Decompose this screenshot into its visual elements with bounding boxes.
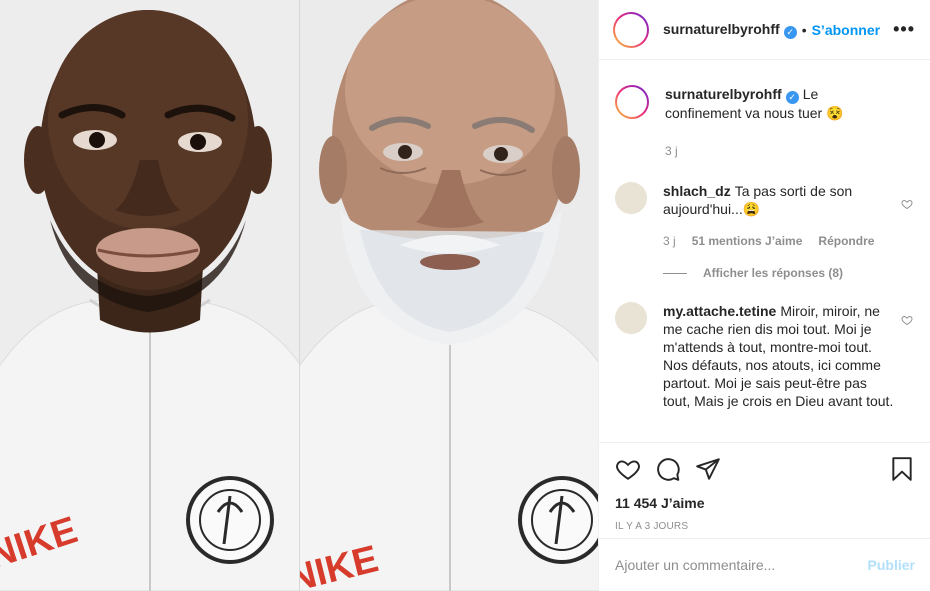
view-replies-button[interactable]: Afficher les réponses (8) (663, 266, 915, 280)
comment-username[interactable]: shlach_dz (663, 183, 731, 199)
comment-item: my.attache.tetine Miroir, miroir, ne me c… (615, 280, 915, 410)
post-photo[interactable]: NIKE NIKE (0, 0, 598, 591)
verified-badge-icon: ✓ (783, 25, 797, 39)
post-header: surnaturelbyrohff ✓ • S’abonner ••• (599, 0, 930, 60)
comment-icon[interactable] (655, 456, 681, 482)
comment-time[interactable]: 3 j (663, 232, 676, 250)
action-icons (615, 455, 915, 483)
post-timestamp[interactable]: IL Y A 3 JOURS (615, 521, 915, 532)
bookmark-icon[interactable] (889, 456, 915, 482)
post-actions: 11 454 J’aime IL Y A 3 JOURS (599, 442, 930, 532)
caption: surnaturelbyrohff ✓ Le confinement va nous… (615, 61, 915, 160)
caption-time[interactable]: 3 j (665, 142, 678, 160)
view-replies-label: Afficher les réponses (8) (703, 266, 844, 280)
follow-button[interactable]: S’abonner (812, 22, 880, 38)
caption-meta: 3 j (665, 142, 897, 160)
portrait-original-illustration: NIKE (0, 0, 299, 591)
comment-like-heart-icon[interactable] (901, 198, 913, 210)
comment-like-heart-icon[interactable] (901, 314, 913, 326)
more-options-icon[interactable]: ••• (893, 19, 915, 40)
comment-meta: 3 j 51 mentions J’aime Répondre (663, 232, 897, 250)
photo-panel-original: NIKE (0, 0, 299, 591)
comment-item: shlach_dz Ta pas sorti de son aujourd'hui… (615, 160, 915, 250)
heart-icon[interactable] (615, 456, 641, 482)
comment-likes[interactable]: 51 mentions J’aime (692, 232, 803, 250)
commenter-avatar[interactable] (615, 182, 647, 214)
likes-count[interactable]: 11 454 J’aime (615, 495, 915, 511)
verified-badge-icon: ✓ (785, 91, 799, 104)
comment-composer: Publier (599, 538, 930, 591)
comment-input[interactable] (615, 557, 868, 573)
author-username[interactable]: surnaturelbyrohff (663, 21, 780, 37)
caption-username[interactable]: surnaturelbyrohff (665, 86, 782, 102)
portrait-aged-illustration: NIKE (300, 0, 598, 591)
share-icon[interactable] (695, 456, 721, 482)
author-avatar[interactable] (613, 12, 649, 48)
comments-list[interactable]: surnaturelbyrohff ✓ Le confinement va nous… (599, 61, 930, 441)
caption-avatar[interactable] (615, 85, 649, 119)
photo-panel-aged: NIKE (299, 0, 598, 591)
post-sidebar: surnaturelbyrohff ✓ • S’abonner ••• surna… (598, 0, 930, 591)
author-username-wrap: surnaturelbyrohff ✓ (663, 21, 797, 39)
comment-username[interactable]: my.attache.tetine (663, 303, 776, 319)
replies-divider (663, 272, 687, 274)
publish-button[interactable]: Publier (868, 557, 915, 573)
commenter-avatar[interactable] (615, 302, 647, 334)
separator-dot: • (801, 21, 807, 38)
reply-button[interactable]: Répondre (818, 232, 874, 250)
